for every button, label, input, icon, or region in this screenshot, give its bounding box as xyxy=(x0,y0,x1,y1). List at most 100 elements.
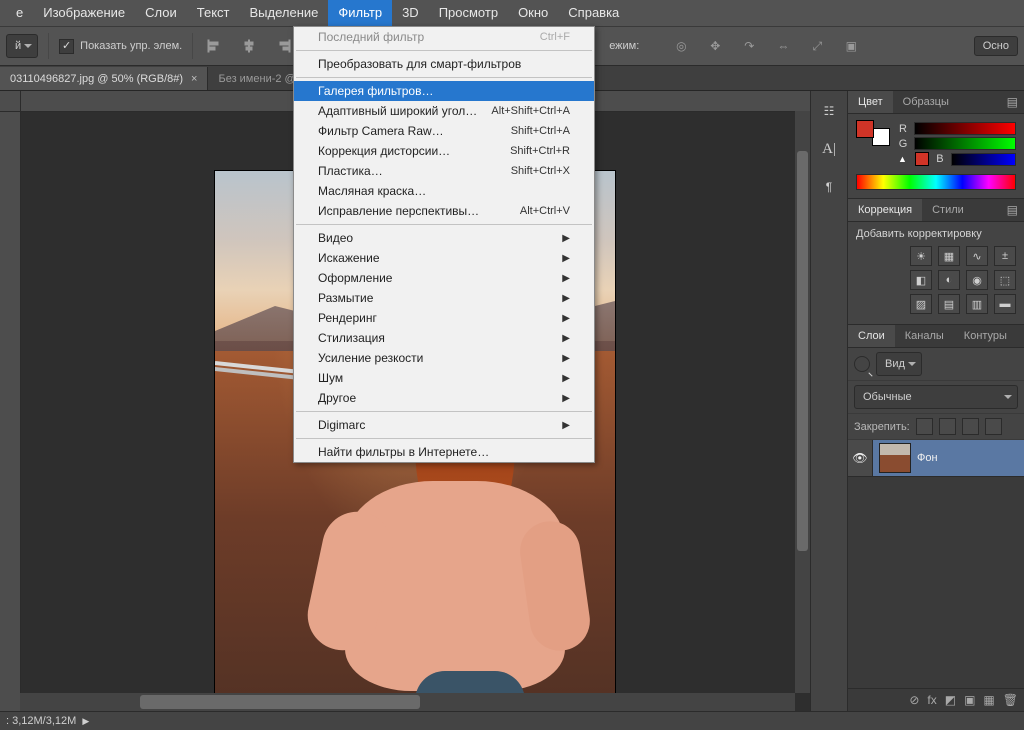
adj-levels-icon[interactable]: ▦ xyxy=(938,246,960,266)
3d-scale-icon[interactable]: ⤢ xyxy=(805,34,829,58)
menu-sharpen[interactable]: Усиление резкости▶ xyxy=(294,348,594,368)
ruler-vertical[interactable] xyxy=(0,91,21,711)
align-left-icon[interactable] xyxy=(203,34,227,58)
menu-other[interactable]: Другое▶ xyxy=(294,388,594,408)
menu-view[interactable]: Просмотр xyxy=(429,0,508,26)
menu-select[interactable]: Выделение xyxy=(240,0,329,26)
mask-icon[interactable]: ◩ xyxy=(945,693,956,707)
tab-swatches[interactable]: Образцы xyxy=(893,91,959,113)
scrollbar-vertical[interactable] xyxy=(795,111,810,693)
menu-filter[interactable]: Фильтр xyxy=(328,0,392,26)
hue-strip[interactable] xyxy=(856,174,1016,190)
panel-menu-icon[interactable]: ▤ xyxy=(1001,95,1024,109)
panel-menu-icon[interactable]: ▤ xyxy=(1001,203,1024,217)
layer-name[interactable]: Фон xyxy=(917,452,938,464)
3d-orbit-icon[interactable]: ◎ xyxy=(669,34,693,58)
adj-invert-icon[interactable]: ▨ xyxy=(910,294,932,314)
background-swatch[interactable] xyxy=(872,128,890,146)
3d-pan-icon[interactable]: ✥ xyxy=(703,34,727,58)
menu-digimarc[interactable]: Digimarc▶ xyxy=(294,415,594,435)
filter-kind-select[interactable]: Вид xyxy=(876,352,922,376)
lock-pixels-icon[interactable] xyxy=(916,418,933,435)
blend-mode-select[interactable]: Обычные xyxy=(854,385,1018,409)
adj-gradient-map-icon[interactable]: ▬ xyxy=(994,294,1016,314)
delete-layer-icon[interactable]: 🗑 xyxy=(1003,693,1018,707)
tool-preset-picker[interactable]: й xyxy=(6,34,38,58)
adj-bw-icon[interactable]: ◐ xyxy=(938,270,960,290)
menu-browse-online[interactable]: Найти фильтры в Интернете… xyxy=(294,442,594,462)
lock-all-icon[interactable] xyxy=(985,418,1002,435)
tab-adjustments[interactable]: Коррекция xyxy=(848,199,922,221)
tab-layers[interactable]: Слои xyxy=(848,325,895,347)
menu-oil-paint[interactable]: Масляная краска… xyxy=(294,181,594,201)
menu-camera-raw[interactable]: Фильтр Camera Raw…Shift+Ctrl+A xyxy=(294,121,594,141)
document-tab-2[interactable]: Без имени-2 @ xyxy=(208,67,306,90)
lock-position-icon[interactable] xyxy=(939,418,956,435)
menu-pixelate[interactable]: Оформление▶ xyxy=(294,268,594,288)
menu-lens-correction[interactable]: Коррекция дисторсии…Shift+Ctrl+R xyxy=(294,141,594,161)
adj-photo-filter-icon[interactable]: ◉ xyxy=(966,270,988,290)
lock-move-icon[interactable] xyxy=(962,418,979,435)
menu-text[interactable]: Текст xyxy=(187,0,240,26)
3d-roll-icon[interactable]: ↷ xyxy=(737,34,761,58)
scrollbar-horizontal[interactable] xyxy=(20,693,795,711)
basics-button[interactable]: Осно xyxy=(974,36,1018,56)
tab-styles[interactable]: Стили xyxy=(922,199,974,221)
3d-camera-icon[interactable]: ▣ xyxy=(839,34,863,58)
menu-liquify[interactable]: Пластика…Shift+Ctrl+X xyxy=(294,161,594,181)
tab-paths[interactable]: Контуры xyxy=(954,325,1017,347)
menu-distort[interactable]: Искажение▶ xyxy=(294,248,594,268)
adj-threshold-icon[interactable]: ▥ xyxy=(966,294,988,314)
filter-search-icon[interactable] xyxy=(854,356,870,372)
new-layer-icon[interactable]: ▦ xyxy=(983,693,994,707)
menu-video[interactable]: Видео▶ xyxy=(294,228,594,248)
adj-brightness-icon[interactable]: ☀ xyxy=(910,246,932,266)
menu-noise[interactable]: Шум▶ xyxy=(294,368,594,388)
ruler-origin[interactable] xyxy=(0,91,21,112)
menu-filter-gallery[interactable]: Галерея фильтров… xyxy=(294,81,594,101)
panel-menu-icon[interactable]: ▤ xyxy=(1017,329,1024,343)
tab-channels[interactable]: Каналы xyxy=(895,325,954,347)
menu-layers[interactable]: Слои xyxy=(135,0,187,26)
adj-channel-mixer-icon[interactable]: ⬚ xyxy=(994,270,1016,290)
menu-last-filter[interactable]: Последний фильтрCtrl+F xyxy=(294,27,594,47)
align-hcenter-icon[interactable] xyxy=(237,34,261,58)
menu-blur[interactable]: Размытие▶ xyxy=(294,288,594,308)
3d-slide-icon[interactable]: ⇔ xyxy=(771,34,795,58)
slider-g[interactable] xyxy=(914,137,1016,150)
status-more-icon[interactable]: ▶ xyxy=(82,716,89,727)
menu-image[interactable]: Изображение xyxy=(33,0,135,26)
menu-stylize[interactable]: Стилизация▶ xyxy=(294,328,594,348)
menu-window[interactable]: Окно xyxy=(508,0,558,26)
close-icon[interactable]: × xyxy=(191,73,197,85)
paragraph-icon[interactable]: ¶ xyxy=(815,175,843,199)
adj-exposure-icon[interactable]: ± xyxy=(994,246,1016,266)
menu-adaptive-wide[interactable]: Адаптивный широкий угол…Alt+Shift+Ctrl+A xyxy=(294,101,594,121)
menu-convert-smart[interactable]: Преобразовать для смарт-фильтров xyxy=(294,54,594,74)
character-icon[interactable]: A| xyxy=(815,137,843,161)
layer-row[interactable]: 👁 Фон xyxy=(848,440,1024,477)
menu-render[interactable]: Рендеринг▶ xyxy=(294,308,594,328)
history-icon[interactable]: ☷ xyxy=(815,99,843,123)
new-group-icon[interactable]: ▣ xyxy=(964,693,975,707)
layer-thumbnail[interactable] xyxy=(879,443,911,473)
adj-vibrance-icon[interactable]: ◧ xyxy=(910,270,932,290)
eye-icon[interactable]: 👁 xyxy=(848,440,873,476)
show-transform-controls[interactable]: ✓ Показать упр. элем. xyxy=(59,39,182,54)
tab-color[interactable]: Цвет xyxy=(848,91,893,113)
slider-r[interactable] xyxy=(914,122,1016,135)
gamut-warning-icon[interactable] xyxy=(915,152,929,166)
fx-icon[interactable]: fx xyxy=(927,693,936,707)
adj-posterize-icon[interactable]: ▤ xyxy=(938,294,960,314)
foreground-swatch[interactable] xyxy=(856,120,874,138)
document-tab-1[interactable]: 03110496827.jpg @ 50% (RGB/8#) × xyxy=(0,67,208,90)
menu-3d[interactable]: 3D xyxy=(392,0,429,26)
slider-b[interactable] xyxy=(951,153,1016,166)
menu-vanishing-point[interactable]: Исправление перспективы…Alt+Ctrl+V xyxy=(294,201,594,221)
adj-curves-icon[interactable]: ∿ xyxy=(966,246,988,266)
align-right-icon[interactable] xyxy=(271,34,295,58)
menu-help[interactable]: Справка xyxy=(558,0,629,26)
layers-panel: Вид Обычные Закрепить: 👁 Фон ⊘ fx ◩ xyxy=(848,348,1024,711)
link-layers-icon[interactable]: ⊘ xyxy=(909,693,919,707)
menu-edit-cut[interactable]: е xyxy=(6,0,33,26)
